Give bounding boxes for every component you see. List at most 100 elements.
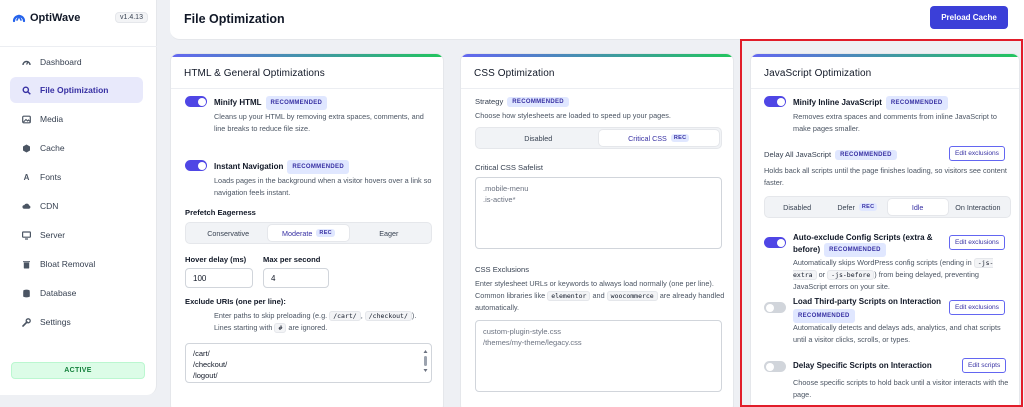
delay-all-edit-exclusions-button[interactable]: Edit exclusions: [949, 146, 1005, 161]
critical-css-safelist-textarea[interactable]: .mobile-menu .is-active*: [475, 177, 722, 249]
strategy-option-disabled[interactable]: Disabled: [478, 130, 599, 146]
critical-css-safelist-label: Critical CSS Safelist: [475, 163, 543, 172]
delay-all-js-label: Delay All JavaScript RECOMMENDED: [764, 150, 897, 160]
code-snippet: /cart/: [329, 311, 361, 321]
code-snippet: elementor: [547, 291, 591, 301]
sidebar-item-cache[interactable]: Cache: [10, 135, 143, 161]
sidebar-item-server[interactable]: Server: [10, 222, 143, 248]
minify-inline-js-title: Minify Inline JavaScript RECOMMENDED: [793, 96, 948, 110]
code-snippet: /checkout/: [364, 311, 412, 321]
sidebar-item-settings[interactable]: Settings: [10, 309, 143, 335]
card-title: JavaScript Optimization: [764, 68, 872, 79]
delay-specific-scripts-desc: Choose specific scripts to hold back unt…: [793, 378, 1009, 399]
exclude-uris-textarea[interactable]: /cart/ /checkout/ /logout/: [185, 343, 432, 383]
scrollbar-arrows-icon[interactable]: [423, 349, 428, 379]
page-title: File Optimization: [184, 12, 285, 26]
page-header: File Optimization Preload Cache: [170, 0, 1024, 40]
auto-exclude-config-toggle[interactable]: [764, 237, 786, 248]
sidebar-item-label: Dashboard: [40, 57, 82, 67]
instant-navigation-desc: Loads pages in the background when a vis…: [214, 176, 432, 197]
exclude-uris-label: Exclude URIs (one per line):: [185, 297, 286, 306]
css-exclusions-label: CSS Exclusions: [475, 265, 530, 274]
minify-html-title: Minify HTML RECOMMENDED: [214, 96, 328, 110]
max-per-second-label: Max per second: [263, 255, 321, 264]
html-optimization-card: HTML & General Optimizations Minify HTML…: [170, 53, 444, 407]
auto-exclude-edit-exclusions-button[interactable]: Edit exclusions: [949, 235, 1005, 250]
cache-icon: [22, 144, 31, 153]
recommended-badge: RECOMMENDED: [507, 97, 569, 107]
delay-option-on-interaction[interactable]: On Interaction: [948, 199, 1008, 215]
sidebar-item-database[interactable]: Database: [10, 280, 143, 306]
prefetch-eagerness-label: Prefetch Eagerness: [185, 208, 256, 217]
strategy-label: Strategy RECOMMENDED: [475, 97, 569, 107]
sidebar-item-cdn[interactable]: CDN: [10, 193, 143, 219]
sidebar-item-media[interactable]: Media: [10, 106, 143, 132]
delay-specific-scripts-toggle[interactable]: [764, 361, 786, 372]
monitor-icon: [22, 230, 31, 240]
third-party-scripts-desc: Automatically detects and delays ads, an…: [793, 323, 1001, 344]
prefetch-option-conservative[interactable]: Conservative: [188, 225, 268, 241]
recommended-badge: RECOMMENDED: [885, 96, 948, 110]
status-badge: ACTIVE: [11, 362, 145, 379]
edit-scripts-button[interactable]: Edit scripts: [962, 358, 1007, 373]
sidebar-nav: Dashboard File Optimization Media Cache …: [0, 46, 157, 327]
css-exclusions-textarea[interactable]: custom-plugin-style.css /themes/my-theme…: [475, 320, 722, 392]
delay-mode-selector: Disabled Defer REC Idle On Interaction: [764, 196, 1011, 218]
database-icon: [22, 289, 31, 298]
prefetch-eagerness-selector: Conservative Moderate REC Eager: [185, 222, 432, 244]
wrench-icon: [22, 317, 31, 327]
version-badge: v1.4.13: [115, 12, 148, 23]
app-name: OptiWave: [30, 12, 81, 24]
optiwave-logo-icon: [12, 14, 26, 23]
sidebar-item-label: Server: [40, 230, 66, 240]
prefetch-option-moderate[interactable]: Moderate REC: [268, 225, 349, 241]
recommended-badge: RECOMMENDED: [265, 96, 328, 110]
delay-specific-scripts-title: Delay Specific Scripts on Interaction: [793, 361, 932, 370]
delay-option-defer[interactable]: Defer REC: [827, 199, 887, 215]
brand[interactable]: OptiWave: [12, 11, 80, 25]
sidebar-item-bloat-removal[interactable]: Bloat Removal: [10, 251, 143, 277]
sidebar-item-label: Database: [40, 288, 77, 298]
divider: [751, 88, 1019, 89]
font-icon: A: [23, 172, 30, 182]
third-party-scripts-toggle[interactable]: [764, 302, 786, 313]
divider: [461, 88, 733, 89]
card-title: CSS Optimization: [474, 68, 555, 79]
sidebar-item-dashboard[interactable]: Dashboard: [10, 49, 143, 75]
divider: [171, 88, 443, 89]
prefetch-option-eager[interactable]: Eager: [349, 225, 429, 241]
minify-html-desc: Cleans up your HTML by removing extra sp…: [214, 112, 424, 133]
rec-badge: REC: [670, 134, 690, 142]
delay-option-disabled[interactable]: Disabled: [767, 199, 827, 215]
sidebar-item-fonts[interactable]: A Fonts: [10, 164, 143, 190]
code-snippet: woocommerce: [606, 291, 658, 301]
recommended-badge: RECOMMENDED: [793, 309, 855, 323]
sidebar-item-label: CDN: [40, 201, 59, 211]
sidebar-item-label: File Optimization: [40, 85, 109, 95]
max-per-second-input[interactable]: [263, 268, 329, 288]
third-party-edit-exclusions-button[interactable]: Edit exclusions: [949, 300, 1005, 315]
sidebar-item-label: Bloat Removal: [40, 259, 96, 269]
instant-navigation-toggle[interactable]: [185, 160, 207, 171]
instant-navigation-title: Instant Navigation RECOMMENDED: [214, 160, 349, 174]
auto-exclude-config-desc: Automatically skips WordPress config scr…: [793, 258, 994, 291]
sidebar-item-label: Media: [40, 114, 64, 124]
minify-inline-js-desc: Removes extra spaces and comments from i…: [793, 112, 997, 133]
trash-icon: [22, 260, 31, 269]
sidebar-item-file-optimization[interactable]: File Optimization: [10, 77, 143, 103]
strategy-option-critical-css[interactable]: Critical CSS REC: [598, 130, 719, 146]
code-snippet: -js-before: [827, 270, 875, 280]
hover-delay-input[interactable]: [185, 268, 253, 288]
code-snippet: #: [274, 323, 287, 333]
search-icon: [22, 86, 31, 95]
rec-badge: REC: [316, 229, 335, 237]
minify-html-toggle[interactable]: [185, 96, 207, 107]
minify-inline-js-toggle[interactable]: [764, 96, 786, 107]
sidebar-item-label: Settings: [40, 317, 71, 327]
delay-option-idle[interactable]: Idle: [887, 199, 948, 215]
javascript-optimization-card: JavaScript Optimization Minify Inline Ja…: [750, 53, 1020, 407]
recommended-badge: RECOMMENDED: [824, 243, 886, 257]
cloud-icon: [22, 202, 31, 211]
css-exclusions-desc: Enter stylesheet URLs or keywords to alw…: [475, 279, 725, 312]
preload-cache-button[interactable]: Preload Cache: [930, 6, 1008, 29]
